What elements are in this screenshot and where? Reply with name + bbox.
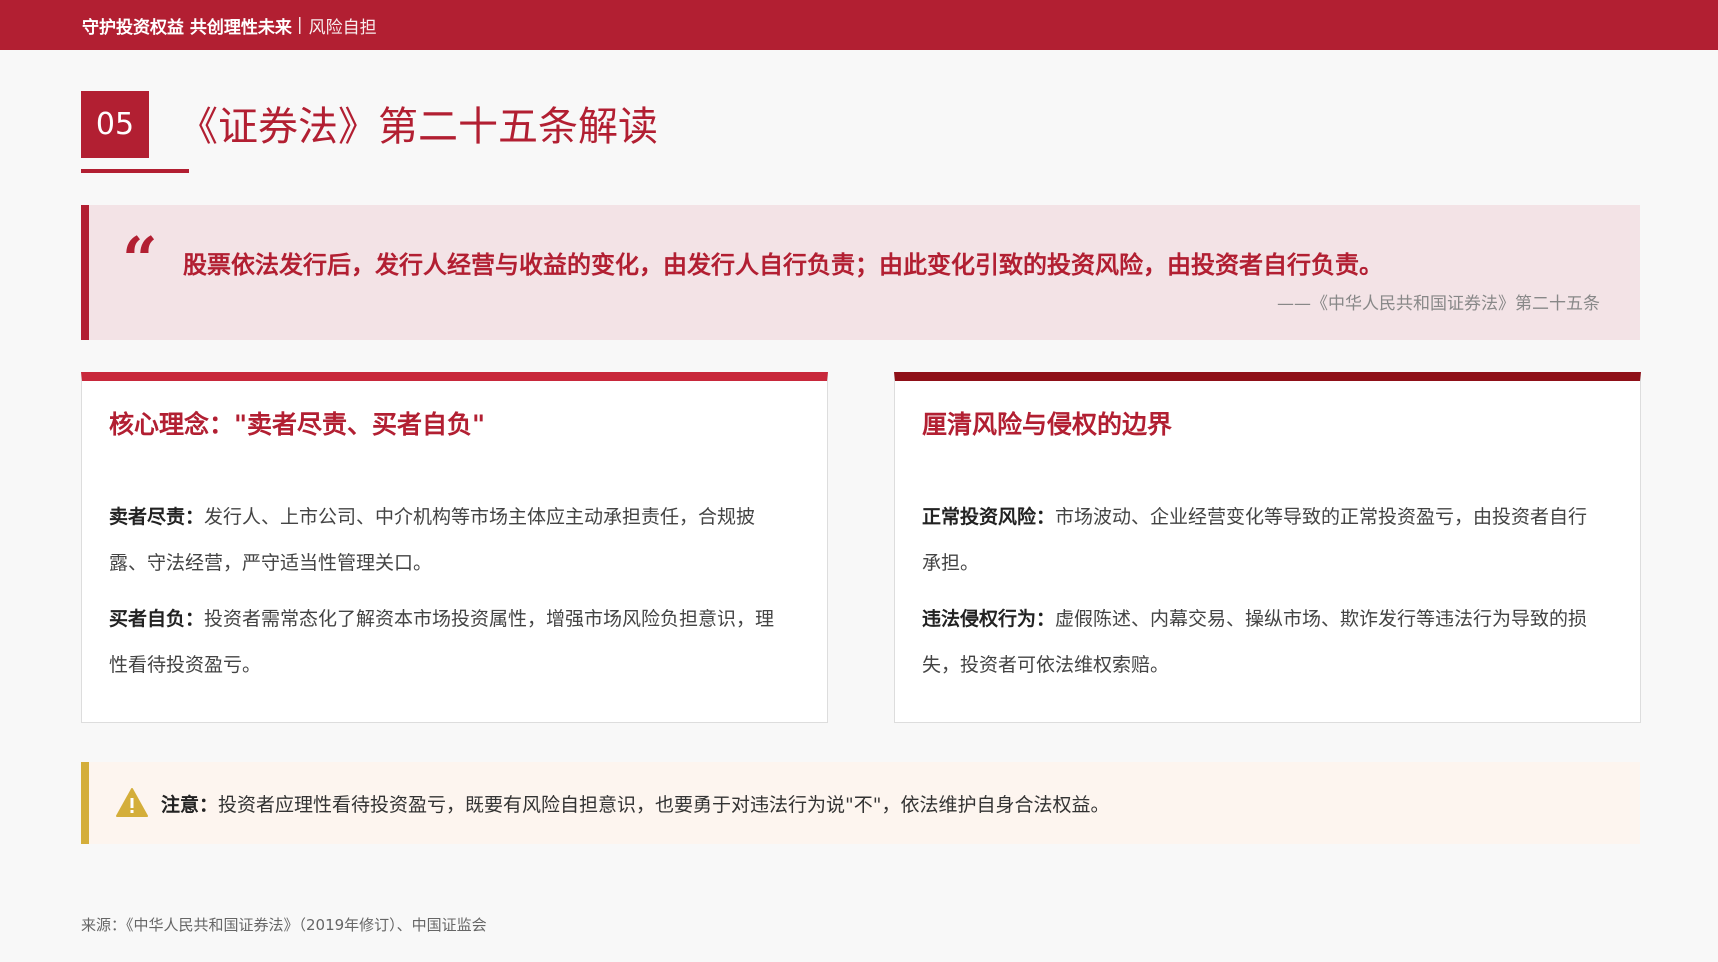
- core-concept-card: 核心理念："卖者尽责、买者自负" 卖者尽责：发行人、上市公司、中介机构等市场主体…: [81, 372, 828, 723]
- card-title: 核心理念："卖者尽责、买者自负": [109, 410, 486, 439]
- notice-body: 投资者应理性看待投资盈亏，既要有风险自担意识，也要勇于对违法行为说"不"，依法维…: [218, 793, 1110, 816]
- item-label: 卖者尽责：: [109, 506, 205, 528]
- item-text: 投资者需常态化了解资本市场投资属性，增强市场风险负担意识，理性看待投资盈亏。: [109, 608, 775, 676]
- item-label: 正常投资风险：: [922, 506, 1056, 528]
- quote-block: “ 股票依法发行后，发行人经营与收益的变化，由发行人自行负责；由此变化引致的投资…: [81, 205, 1640, 340]
- banner-separator: |: [296, 15, 303, 35]
- item-label: 违法侵权行为：: [922, 608, 1056, 630]
- quote-mark-icon: “: [122, 223, 158, 296]
- notice-label: 注意：: [161, 793, 219, 816]
- card-paragraph: 正常投资风险：市场波动、企业经营变化等导致的正常投资盈亏，由投资者自行承担。: [922, 494, 1602, 586]
- item-text: 发行人、上市公司、中介机构等市场主体应主动承担责任，合规披露、守法经营，严守适当…: [109, 506, 756, 574]
- risk-boundary-card: 厘清风险与侵权的边界 正常投资风险：市场波动、企业经营变化等导致的正常投资盈亏，…: [894, 372, 1641, 723]
- page-title: 《证券法》第二十五条解读: [178, 104, 658, 150]
- source-note: 来源：《中华人民共和国证券法》（2019年修订）、中国证监会: [81, 916, 487, 934]
- card-paragraph: 违法侵权行为：虚假陈述、内幕交易、操纵市场、欺诈发行等违法行为导致的损失，投资者…: [922, 596, 1602, 688]
- banner-title: 守护投资权益 共创理性未来: [82, 17, 292, 38]
- title-underline: [81, 169, 189, 173]
- card-body: 正常投资风险：市场波动、企业经营变化等导致的正常投资盈亏，由投资者自行承担。 违…: [922, 494, 1602, 698]
- card-paragraph: 买者自负：投资者需常态化了解资本市场投资属性，增强市场风险负担意识，理性看待投资…: [109, 596, 789, 688]
- quote-source: ——《中华人民共和国证券法》第二十五条: [1277, 294, 1600, 314]
- top-banner: 守护投资权益 共创理性未来 | 风险自担: [0, 0, 1718, 50]
- card-body: 卖者尽责：发行人、上市公司、中介机构等市场主体应主动承担责任，合规披露、守法经营…: [109, 494, 789, 698]
- section-number-badge: 05: [81, 91, 149, 158]
- item-label: 买者自负：: [109, 608, 205, 630]
- quote-text: 股票依法发行后，发行人经营与收益的变化，由发行人自行负责；由此变化引致的投资风险…: [183, 250, 1383, 279]
- card-title: 厘清风险与侵权的边界: [922, 410, 1173, 439]
- card-paragraph: 卖者尽责：发行人、上市公司、中介机构等市场主体应主动承担责任，合规披露、守法经营…: [109, 494, 789, 586]
- notice-banner: 注意：投资者应理性看待投资盈亏，既要有风险自担意识，也要勇于对违法行为说"不"，…: [81, 762, 1640, 844]
- notice-text: 注意：投资者应理性看待投资盈亏，既要有风险自担意识，也要勇于对违法行为说"不"，…: [161, 790, 1110, 817]
- banner-subtitle: 风险自担: [308, 17, 377, 38]
- warning-icon: [116, 788, 148, 817]
